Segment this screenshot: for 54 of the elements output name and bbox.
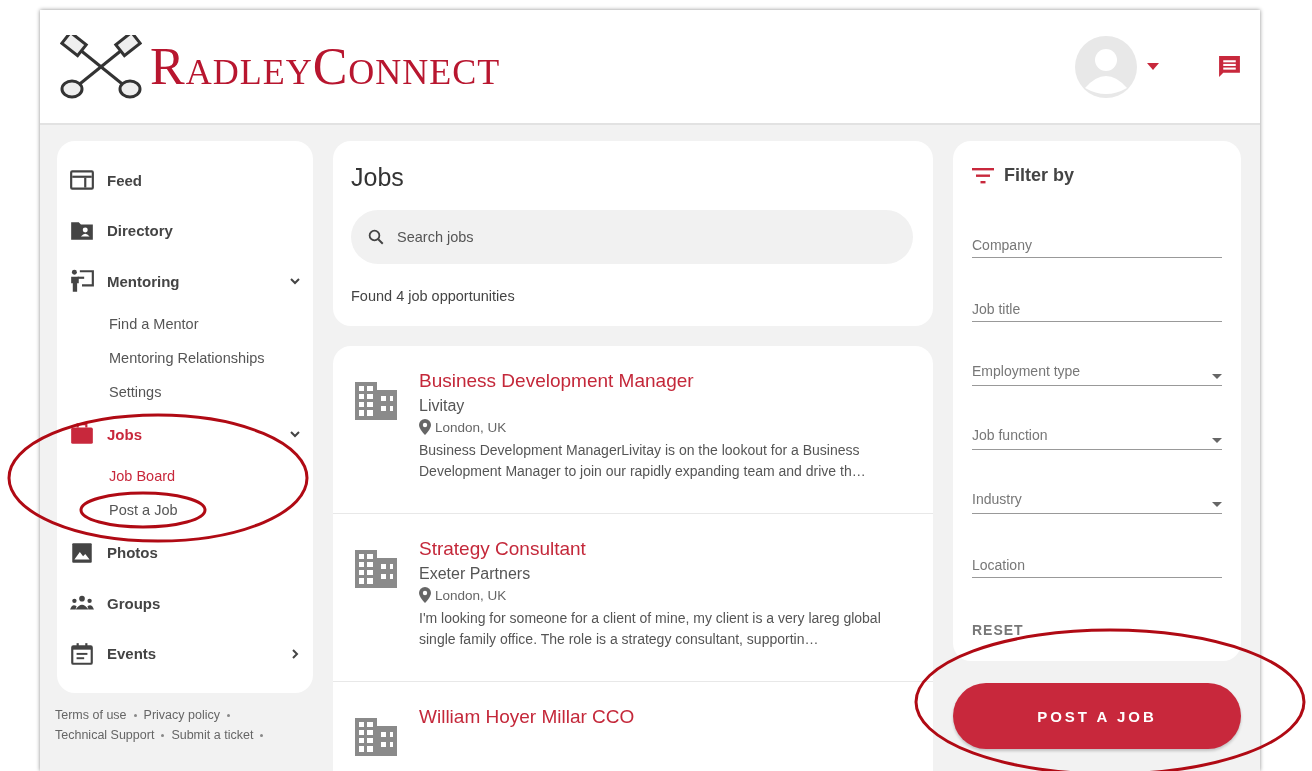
footer-link[interactable]: Terms of use bbox=[55, 708, 127, 722]
caret-down-icon bbox=[1212, 374, 1222, 379]
job-description: Business Development ManagerLivitay is on the lookout for a Business Development Manager to join our rapidly expanding team and drive th… bbox=[419, 441, 867, 481]
building-icon bbox=[355, 550, 397, 588]
post-job-button[interactable]: POST A JOB bbox=[953, 683, 1241, 749]
chat-icon bbox=[1217, 54, 1242, 79]
location-pin-icon bbox=[419, 587, 431, 603]
site-logo[interactable]: RadleyConnect bbox=[150, 40, 501, 93]
nav-subitem[interactable]: Job Board bbox=[57, 459, 313, 494]
footer-link[interactable]: Technical Support bbox=[55, 728, 155, 742]
crossed-keys-icon bbox=[60, 34, 142, 99]
nav-subitem[interactable]: Settings bbox=[57, 374, 313, 409]
result-count: Found 4 job opportunities bbox=[351, 288, 516, 304]
caret-down-icon bbox=[1212, 438, 1222, 443]
caret-down-icon bbox=[1147, 63, 1159, 70]
nav-subitem[interactable]: Find a Mentor bbox=[57, 306, 313, 341]
job-location: London, UK bbox=[435, 587, 507, 603]
filter-icon bbox=[972, 167, 994, 184]
job-title-link[interactable]: Business Development Manager bbox=[419, 370, 694, 392]
job-title-link[interactable]: William Hoyer Millar CCO bbox=[419, 706, 635, 728]
presenter-icon bbox=[69, 268, 95, 295]
search-field[interactable]: Search jobs bbox=[351, 210, 913, 264]
footer-link[interactable]: Privacy policy bbox=[143, 708, 220, 722]
nav-subitem[interactable]: Mentoring Relationships bbox=[57, 340, 313, 375]
company-name: Exeter Partners bbox=[419, 565, 531, 583]
nav-item[interactable]: Feed bbox=[57, 155, 313, 206]
search-icon bbox=[367, 228, 385, 246]
calendar-icon bbox=[69, 640, 95, 667]
nav-item[interactable]: Groups bbox=[57, 577, 313, 629]
nav-item[interactable]: Mentoring bbox=[57, 256, 313, 307]
job-location: London, UK bbox=[435, 419, 507, 435]
building-icon bbox=[355, 718, 397, 756]
page-title: Jobs bbox=[351, 163, 405, 192]
nav-subitem[interactable]: Post a Job bbox=[57, 493, 313, 528]
location-pin-icon bbox=[419, 419, 431, 435]
input-field[interactable]: Job title bbox=[972, 272, 1222, 322]
nav-item[interactable]: Jobs bbox=[57, 408, 313, 460]
footer-link[interactable]: Submit a ticket bbox=[171, 728, 254, 742]
dropdown-field[interactable]: Job function bbox=[972, 400, 1222, 450]
nav-item[interactable]: Events bbox=[57, 628, 313, 680]
job-description: I'm looking for someone for a client of mine, my client is a very lareg global single family office. The role is a strategy consultant, supportin… bbox=[419, 609, 882, 649]
job-title-link[interactable]: Strategy Consultant bbox=[419, 538, 586, 560]
reset-button[interactable]: RESET bbox=[972, 622, 1024, 638]
nav-item[interactable]: Photos bbox=[57, 527, 313, 578]
input-field[interactable]: Company bbox=[972, 208, 1222, 258]
nav-item[interactable]: Directory bbox=[57, 205, 313, 257]
building-icon bbox=[355, 382, 397, 420]
company-name: Livitay bbox=[419, 397, 465, 415]
filter-title: Filter by bbox=[1004, 165, 1074, 186]
input-field[interactable]: Location bbox=[972, 528, 1222, 578]
dropdown-field[interactable]: Industry bbox=[972, 464, 1222, 514]
dropdown-field[interactable]: Employment type bbox=[972, 336, 1222, 386]
caret-down-icon bbox=[1212, 502, 1222, 507]
briefcase-icon bbox=[69, 421, 95, 447]
